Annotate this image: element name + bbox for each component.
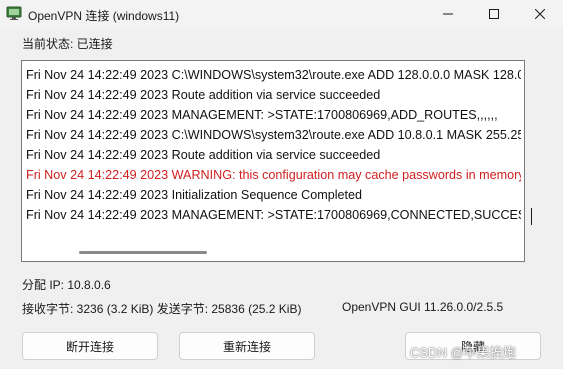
connection-status: 当前状态: 已连接 [22,37,113,51]
horizontal-scrollbar[interactable] [79,251,207,254]
log-line: Fri Nov 24 14:22:49 2023 Initialization … [26,188,363,202]
log-textbox[interactable]: Fri Nov 24 14:22:49 2023 C:\WINDOWS\syst… [21,60,525,262]
log-line: Fri Nov 24 14:22:49 2023 Route addition … [26,148,381,162]
disconnect-button[interactable]: 断开连接 [22,332,158,360]
minimize-button[interactable] [425,0,471,28]
log-lines: Fri Nov 24 14:22:49 2023 C:\WINDOWS\syst… [26,65,521,225]
version-info: OpenVPN GUI 11.26.0.0/2.5.5 [342,300,504,314]
close-button[interactable] [517,0,563,28]
log-line: Fri Nov 24 14:22:49 2023 C:\WINDOWS\syst… [26,68,521,82]
minimize-icon [443,13,453,15]
log-line: Fri Nov 24 14:22:49 2023 MANAGEMENT: >ST… [26,208,521,222]
window-title: OpenVPN 连接 (windows11) [28,9,180,23]
title-bar[interactable]: OpenVPN 连接 (windows11) [0,0,563,28]
reconnect-button[interactable]: 重新连接 [179,332,315,360]
log-line: Fri Nov 24 14:22:49 2023 MANAGEMENT: >ST… [26,108,498,122]
maximize-icon [489,9,499,19]
log-line-warning: Fri Nov 24 14:22:49 2023 WARNING: this c… [26,168,521,182]
text-cursor [531,208,532,225]
traffic-bytes: 接收字节: 3236 (3.2 KiB) 发送字节: 25836 (25.2 K… [22,302,302,316]
log-line: Fri Nov 24 14:22:49 2023 C:\WINDOWS\syst… [26,128,521,142]
close-icon [535,9,545,19]
watermark: CSDN @苹果挨炮 [410,345,516,360]
openvpn-monitor-icon [6,5,22,21]
maximize-button[interactable] [471,0,517,28]
log-line: Fri Nov 24 14:22:49 2023 Route addition … [26,88,381,102]
assigned-ip: 分配 IP: 10.8.0.6 [22,278,111,292]
